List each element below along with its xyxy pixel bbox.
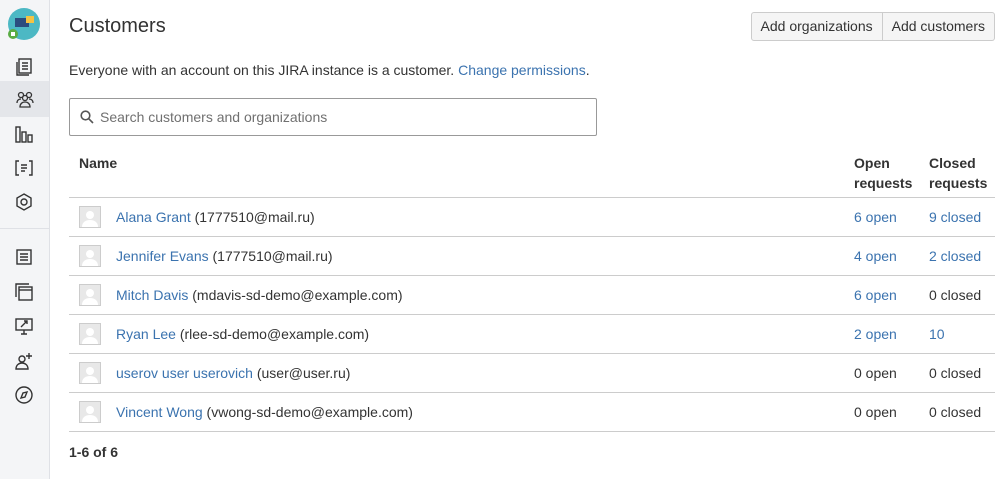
table-header: Name Open requests Closed requests — [69, 150, 995, 198]
customer-email: (1777510@mail.ru) — [194, 209, 315, 225]
search-input[interactable] — [100, 99, 590, 135]
customer-channels-icon[interactable] — [13, 246, 35, 268]
closed-requests-value: 0 closed — [929, 404, 982, 420]
open-requests-value: 0 open — [854, 404, 897, 420]
table-row: Alana Grant (1777510@mail.ru) 6 open 9 clo… — [69, 198, 995, 237]
table-row: Ryan Lee (rlee-sd-demo@example.com) 2 ope… — [69, 315, 995, 354]
open-requests-link[interactable]: 4 open — [854, 248, 897, 264]
avatar — [79, 245, 101, 267]
raise-request-icon[interactable] — [13, 315, 35, 337]
closed-requests-cell: 0 closed — [929, 287, 981, 303]
add-customers-button[interactable]: Add customers — [882, 12, 995, 41]
customer-cell: Ryan Lee (rlee-sd-demo@example.com) — [116, 326, 369, 342]
open-requests-column-header[interactable]: Open requests — [854, 153, 924, 193]
customer-cell: Vincent Wong (vwong-sd-demo@example.com) — [116, 404, 413, 420]
table-row: Mitch Davis (mdavis-sd-demo@example.com)… — [69, 276, 995, 315]
change-permissions-link[interactable]: Change permissions — [458, 62, 586, 78]
header-actions: Add organizations Add customers — [750, 12, 995, 41]
closed-requests-value: 0 closed — [929, 365, 982, 381]
closed-requests-cell: 0 closed — [929, 404, 981, 420]
pages-icon[interactable] — [13, 281, 35, 303]
customer-email: (mdavis-sd-demo@example.com) — [192, 287, 403, 303]
customer-name-link[interactable]: Vincent Wong — [116, 404, 203, 420]
closed-requests-link[interactable]: 9 closed — [929, 209, 981, 225]
table-row: Jennifer Evans (1777510@mail.ru) 4 open 2 … — [69, 237, 995, 276]
table-row: Vincent Wong (vwong-sd-demo@example.com)… — [69, 393, 995, 432]
open-requests-cell: 0 open — [854, 404, 897, 420]
sidebar-divider — [0, 228, 49, 229]
customer-cell: Alana Grant (1777510@mail.ru) — [116, 209, 315, 225]
customer-name-link[interactable]: Mitch Davis — [116, 287, 188, 303]
settings-icon[interactable] — [13, 191, 35, 213]
closed-requests-cell: 10 — [929, 326, 945, 342]
customers-icon[interactable] — [0, 81, 49, 117]
page-title: Customers — [69, 15, 166, 37]
closed-requests-cell: 2 closed — [929, 248, 981, 264]
open-requests-link[interactable]: 2 open — [854, 326, 897, 342]
queues-icon[interactable] — [13, 56, 35, 78]
closed-requests-link[interactable]: 2 closed — [929, 248, 981, 264]
avatar — [79, 362, 101, 384]
invite-team-icon[interactable] — [13, 350, 35, 372]
search-box — [69, 98, 597, 136]
customer-name-link[interactable]: Jennifer Evans — [116, 248, 209, 264]
sidebar — [0, 0, 50, 479]
customer-email: (1777510@mail.ru) — [212, 248, 333, 264]
avatar — [79, 323, 101, 345]
open-requests-link[interactable]: 6 open — [854, 287, 897, 303]
open-requests-cell: 4 open — [854, 248, 897, 264]
customer-name-link[interactable]: Ryan Lee — [116, 326, 176, 342]
open-requests-cell: 2 open — [854, 326, 897, 342]
customer-name-link[interactable]: Alana Grant — [116, 209, 191, 225]
customer-cell: userov user userovich (user@user.ru) — [116, 365, 350, 381]
info-text: Everyone with an account on this JIRA in… — [69, 62, 590, 78]
closed-requests-link[interactable]: 10 — [929, 326, 945, 342]
add-organizations-button[interactable]: Add organizations — [750, 12, 883, 41]
customer-name-link[interactable]: userov user userovich — [116, 365, 253, 381]
closed-requests-column-header[interactable]: Closed requests — [929, 153, 999, 193]
closed-requests-cell: 0 closed — [929, 365, 981, 381]
service-desk-logo[interactable] — [8, 8, 40, 40]
open-requests-cell: 6 open — [854, 287, 897, 303]
avatar — [79, 401, 101, 423]
knowledge-base-icon[interactable] — [13, 157, 35, 179]
customer-email: (rlee-sd-demo@example.com) — [179, 326, 370, 342]
avatar — [79, 284, 101, 306]
open-requests-cell: 6 open — [854, 209, 897, 225]
customer-email: (user@user.ru) — [256, 365, 351, 381]
table-row: userov user userovich (user@user.ru) 0 op… — [69, 354, 995, 393]
customer-cell: Jennifer Evans (1777510@mail.ru) — [116, 248, 333, 264]
customer-email: (vwong-sd-demo@example.com) — [206, 404, 413, 420]
avatar — [79, 206, 101, 228]
open-requests-link[interactable]: 6 open — [854, 209, 897, 225]
reports-icon[interactable] — [13, 123, 35, 145]
closed-requests-cell: 9 closed — [929, 209, 981, 225]
customers-table: Name Open requests Closed requests Alana… — [69, 150, 995, 432]
closed-requests-value: 0 closed — [929, 287, 982, 303]
search-icon — [80, 110, 94, 124]
info-period: . — [585, 62, 590, 78]
customer-cell: Mitch Davis (mdavis-sd-demo@example.com) — [116, 287, 403, 303]
getting-started-icon[interactable] — [13, 384, 35, 406]
open-requests-cell: 0 open — [854, 365, 897, 381]
open-requests-value: 0 open — [854, 365, 897, 381]
table-body: Alana Grant (1777510@mail.ru) 6 open 9 clo… — [69, 198, 995, 432]
pagination-info: 1-6 of 6 — [69, 444, 119, 460]
name-column-header[interactable]: Name — [79, 153, 117, 173]
info-message: Everyone with an account on this JIRA in… — [69, 62, 455, 78]
